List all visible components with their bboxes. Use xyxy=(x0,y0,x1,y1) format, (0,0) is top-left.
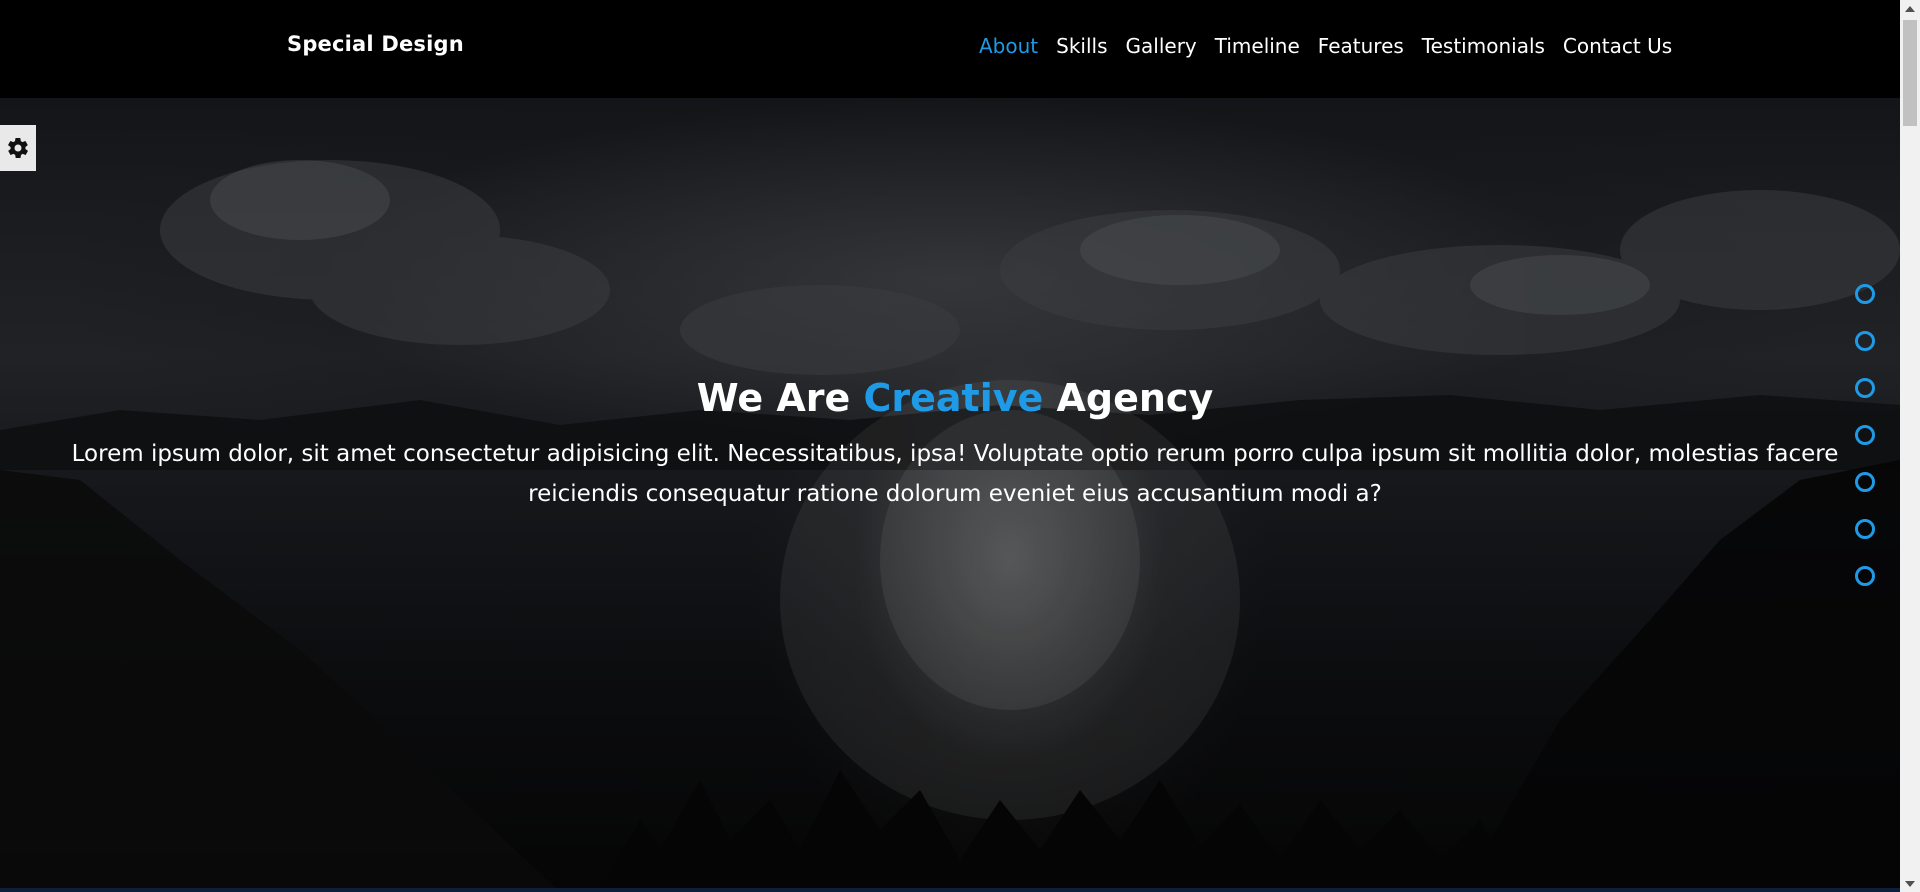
section-bullets-nav xyxy=(1855,284,1875,613)
section-bullet-6[interactable] xyxy=(1855,519,1875,539)
hero-content: We Are Creative Agency Lorem ipsum dolor… xyxy=(40,368,1870,514)
nav-link-contact-us[interactable]: Contact Us xyxy=(1554,34,1681,58)
section-bullet-1[interactable] xyxy=(1855,284,1875,304)
nav-link-skills[interactable]: Skills xyxy=(1047,34,1116,58)
section-bullet-3[interactable] xyxy=(1855,378,1875,398)
hero-title-after: Agency xyxy=(1043,376,1214,420)
scrollbar-thumb[interactable] xyxy=(1903,20,1917,126)
section-bullet-5[interactable] xyxy=(1855,472,1875,492)
settings-toggle-button[interactable] xyxy=(0,125,36,171)
nav-link-about[interactable]: About xyxy=(970,34,1047,58)
section-divider xyxy=(0,888,1900,892)
nav-link-timeline[interactable]: Timeline xyxy=(1206,34,1309,58)
main-nav: About Skills Gallery Timeline Features T… xyxy=(970,34,1681,58)
hero-description: Lorem ipsum dolor, sit amet consectetur … xyxy=(71,441,1839,507)
scroll-down-arrow-icon[interactable] xyxy=(1900,875,1920,892)
hero-title-accent: Creative xyxy=(863,376,1044,420)
hero-title-before: We Are xyxy=(696,376,864,420)
hero-title: We Are Creative Agency xyxy=(40,368,1870,428)
scroll-up-arrow-icon[interactable] xyxy=(1900,0,1920,17)
page-scrollbar[interactable] xyxy=(1900,0,1920,892)
section-bullet-7[interactable] xyxy=(1855,566,1875,586)
site-logo[interactable]: Special Design xyxy=(287,32,464,56)
nav-link-features[interactable]: Features xyxy=(1309,34,1413,58)
nav-link-gallery[interactable]: Gallery xyxy=(1117,34,1206,58)
site-header: Special Design About Skills Gallery Time… xyxy=(0,0,1900,98)
section-bullet-4[interactable] xyxy=(1855,425,1875,445)
section-bullet-2[interactable] xyxy=(1855,331,1875,351)
gear-icon xyxy=(8,138,28,158)
nav-link-testimonials[interactable]: Testimonials xyxy=(1413,34,1554,58)
page: Special Design About Skills Gallery Time… xyxy=(0,0,1920,892)
